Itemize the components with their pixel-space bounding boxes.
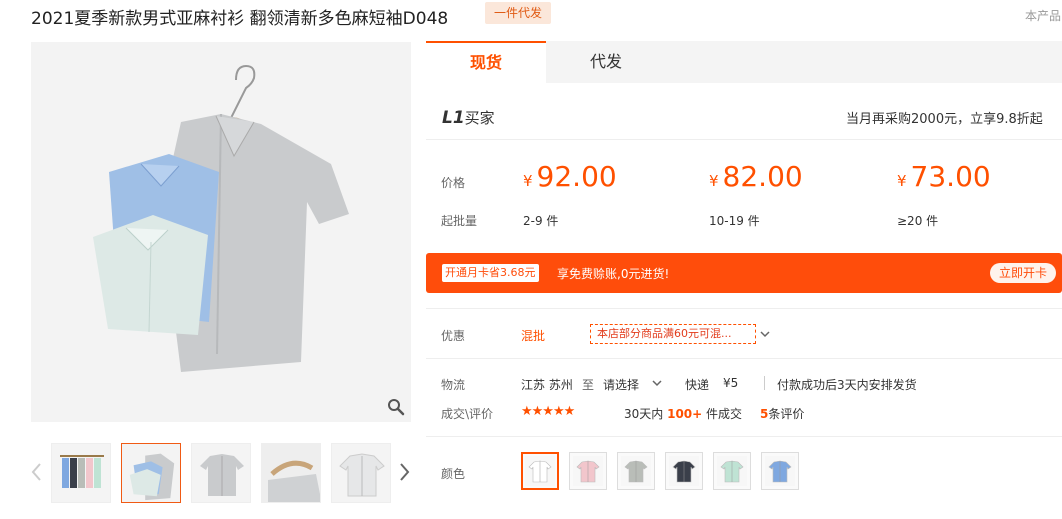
product-right-tip: 本产品 — [1025, 9, 1062, 23]
delivery-note: 付款成功后3天内安排发货 — [777, 378, 917, 392]
chevron-down-icon[interactable] — [760, 329, 770, 339]
mixed-batch-link[interactable]: 混批 — [521, 327, 545, 344]
thumb-hanger[interactable] — [261, 443, 321, 503]
ship-to-word: 至 — [582, 378, 595, 392]
color-swatch-blue[interactable] — [761, 452, 799, 490]
color-swatch-white[interactable] — [521, 452, 559, 490]
chevron-down-icon[interactable] — [652, 378, 662, 388]
divider — [426, 139, 1062, 140]
price-tier-3: ¥73.00 — [897, 160, 991, 193]
color-swatch-navy[interactable] — [665, 452, 703, 490]
swatch-shirt — [717, 456, 747, 486]
swatch-shirt — [765, 456, 795, 486]
buyer-level-label: 买家 — [464, 109, 495, 127]
qty-tier-2: 10-19 件 — [709, 214, 760, 228]
zoom-icon[interactable] — [387, 398, 405, 416]
color-swatch-pink[interactable] — [569, 452, 607, 490]
thumb-white-front[interactable] — [331, 443, 391, 503]
shirt-main-photo — [31, 42, 411, 422]
tab-in-stock[interactable]: 现货 — [426, 41, 546, 83]
tab-dropship[interactable]: 代发 — [546, 41, 666, 83]
reviews-suffix: 条评价 — [768, 407, 805, 421]
product-title: 2021夏季新款男式亚麻衬衫 翻领清新多色麻短袖D048 — [31, 9, 449, 29]
price-tier-2: ¥82.00 — [709, 160, 803, 193]
shipping-fee: ¥5 — [723, 376, 739, 390]
swatch-shirt — [573, 456, 603, 486]
thumb-next-arrow-icon[interactable] — [399, 462, 411, 482]
thumb-prev-arrow-icon[interactable] — [30, 462, 42, 482]
deal-count: 30天内 100+ 件成交 — [624, 405, 742, 422]
shipping-method: 快递 — [685, 378, 710, 392]
purchase-mode-tabs: 现货 代发 — [426, 41, 1062, 83]
price-value: 82.00 — [722, 160, 803, 193]
month-card-banner[interactable]: 开通月卡省3.68元 享免费赊账,0元进货! 立即开卡 — [426, 253, 1062, 293]
currency-symbol: ¥ — [523, 172, 533, 190]
divider — [426, 358, 1062, 359]
currency-symbol: ¥ — [897, 172, 907, 190]
coupon-tag[interactable]: 本店部分商品满60元可混... — [590, 324, 756, 344]
thumb-rack[interactable] — [51, 443, 111, 503]
buyer-level: L1买家 — [442, 107, 495, 128]
month-card-badge: 开通月卡省3.68元 — [442, 264, 539, 282]
thumb-grey-front[interactable] — [191, 443, 251, 503]
open-card-button[interactable]: 立即开卡 — [990, 263, 1056, 283]
reviews-link[interactable]: 5条评价 — [760, 405, 804, 422]
color-label: 颜色 — [441, 467, 466, 481]
qty-tier-1: 2-9 件 — [523, 214, 559, 228]
qty-label: 起批量 — [441, 214, 478, 228]
price-tier-1: ¥92.00 — [523, 160, 617, 193]
main-product-image[interactable] — [31, 42, 411, 422]
swatch-shirt — [525, 456, 555, 486]
divider — [764, 376, 765, 390]
shipping-label: 物流 — [441, 378, 466, 392]
currency-symbol: ¥ — [709, 172, 719, 190]
month-card-text: 享免费赊账,0元进货! — [557, 267, 670, 281]
price-value: 73.00 — [910, 160, 991, 193]
qty-tier-3: ≥20 件 — [897, 214, 939, 228]
star-icons: ★★★★★ — [521, 404, 575, 419]
ship-from: 江苏 苏州 — [521, 378, 573, 392]
price-label: 价格 — [441, 176, 466, 190]
color-swatch-mint[interactable] — [713, 452, 751, 490]
color-swatch-grey[interactable] — [617, 452, 655, 490]
buyer-level-badge: L1 — [442, 108, 465, 128]
divider — [426, 436, 1062, 437]
thumb-stack[interactable] — [121, 443, 181, 503]
buyer-discount-tip: 当月再采购2000元，立享9.8折起 — [846, 112, 1043, 127]
rating-stars: ★★★★★ — [521, 404, 575, 419]
divider — [426, 308, 1062, 309]
trade-label: 成交\评价 — [441, 407, 494, 421]
swatch-shirt — [621, 456, 651, 486]
promo-label: 优惠 — [441, 329, 466, 343]
destination-select[interactable]: 请选择 — [603, 376, 639, 393]
deal-count-value: 100+ — [667, 407, 703, 421]
price-value: 92.00 — [536, 160, 617, 193]
deal-days: 30天内 — [624, 407, 664, 421]
deal-count-suffix: 件成交 — [706, 407, 743, 421]
swatch-shirt — [669, 456, 699, 486]
dropship-tag[interactable]: 一件代发 — [485, 2, 552, 24]
